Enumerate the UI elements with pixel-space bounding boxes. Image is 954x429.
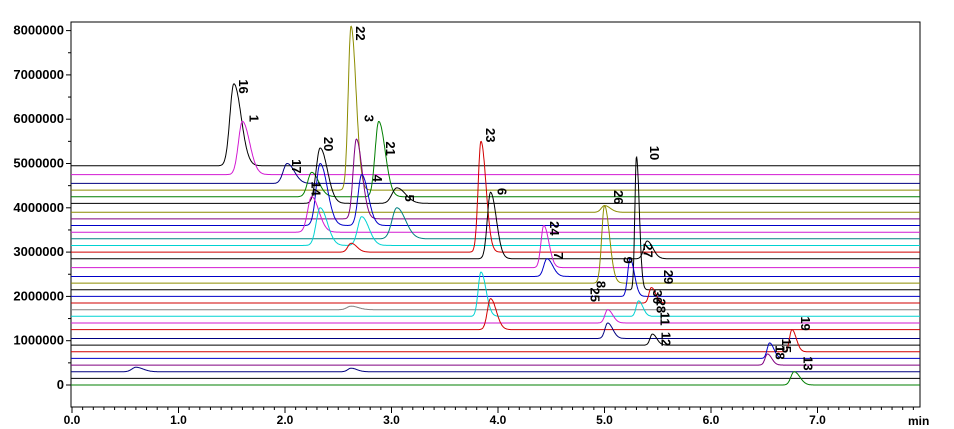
x-tick-label: 0.0 [64, 413, 81, 427]
chromatogram-chart: 0 1000000 2000000 3000000 4000000 5000000 6000… [0, 0, 954, 429]
y-tick-label: 2000000 [13, 288, 64, 303]
chromatogram-trace [71, 258, 920, 297]
peak-label: 4 [370, 175, 385, 183]
peak-label: 3 [362, 115, 377, 122]
peak-label: 27 [641, 243, 656, 257]
peak-label: 1 [247, 115, 262, 122]
chart-svg: 0 1000000 2000000 3000000 4000000 5000000 6000… [13, 21, 929, 428]
peak-label: 22 [353, 26, 368, 40]
x-tick-label: 2.0 [277, 413, 294, 427]
peak-label-layer: 1611714202234215236247258269102730292811… [236, 26, 815, 371]
peak-label: 6 [495, 188, 510, 195]
peak-label: 16 [236, 79, 251, 93]
chromatogram-trace [71, 353, 920, 366]
y-tick-label: 4000000 [13, 200, 64, 215]
peak-label: 15 [779, 338, 794, 352]
y-tick-label: 0 [57, 377, 64, 392]
y-axis: 0 1000000 2000000 3000000 4000000 5000000 6000… [13, 23, 71, 392]
chromatogram-trace [71, 322, 920, 339]
peak-label: 13 [800, 356, 815, 370]
y-tick-label: 5000000 [13, 156, 64, 171]
chromatogram-trace [71, 138, 920, 220]
chromatogram-trace [71, 83, 920, 167]
peak-label: 14 [308, 181, 323, 196]
peak-label: 23 [483, 128, 498, 142]
peak-label: 29 [661, 270, 676, 284]
series-layer [71, 25, 920, 386]
chromatogram-trace [71, 163, 920, 184]
y-tick-label: 6000000 [13, 111, 64, 126]
x-tick-label: 3.0 [383, 413, 400, 427]
y-tick-label: 8000000 [13, 23, 64, 38]
peak-label: 24 [547, 221, 562, 236]
peak-label: 11 [658, 312, 673, 326]
chromatogram-trace [71, 205, 920, 284]
peak-label: 26 [611, 190, 626, 204]
chromatogram-trace [71, 155, 920, 291]
peak-label: 9 [620, 257, 635, 264]
y-tick-label: 1000000 [13, 333, 64, 348]
x-tick-label: 5.0 [596, 413, 613, 427]
x-tick-label: 7.0 [809, 413, 826, 427]
x-axis-unit-label: min [908, 414, 929, 428]
peak-label: 25 [587, 288, 602, 302]
peak-label: 21 [383, 141, 398, 155]
peak-label: 7 [551, 252, 566, 259]
chromatogram-trace [71, 366, 920, 373]
peak-label: 17 [289, 159, 304, 173]
y-tick-label: 3000000 [13, 244, 64, 259]
peak-label: 10 [647, 146, 662, 160]
peak-label: 5 [402, 195, 417, 202]
peak-label: 8 [594, 281, 609, 288]
x-tick-label: 1.0 [170, 413, 187, 427]
peak-label: 12 [659, 332, 674, 346]
x-tick-label: 6.0 [703, 413, 720, 427]
peak-label: 19 [798, 316, 813, 330]
peak-label: 20 [321, 137, 336, 151]
x-tick-label: 4.0 [490, 413, 507, 427]
x-axis: 0.0 1.0 2.0 3.0 4.0 5.0 6.0 7.0 [64, 407, 914, 427]
y-tick-label: 7000000 [13, 67, 64, 82]
